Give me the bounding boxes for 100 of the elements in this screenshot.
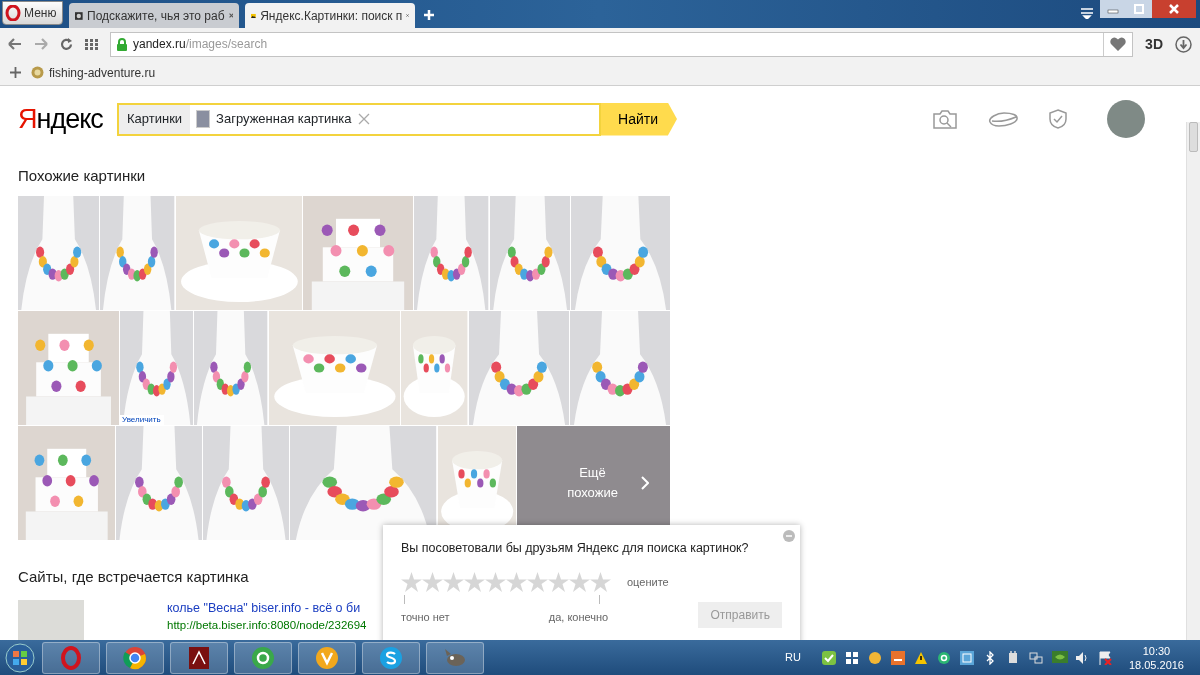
circle-icon[interactable] [936, 650, 953, 665]
windows-icon[interactable] [844, 650, 861, 665]
document-icon [187, 645, 211, 670]
necklace-photo[interactable] [203, 425, 290, 540]
start-button[interactable] [4, 641, 36, 674]
language-indicator[interactable]: RU [785, 649, 801, 666]
necklace-photo[interactable] [194, 310, 268, 425]
taskbar-button[interactable] [42, 641, 100, 674]
check-icon[interactable] [821, 650, 838, 665]
back-icon[interactable] [8, 38, 22, 50]
flag-icon[interactable] [1097, 650, 1114, 665]
search-field[interactable]: Картинки Загруженная картинка [117, 102, 601, 136]
network-icon[interactable] [1028, 650, 1045, 665]
star-icon[interactable] [506, 571, 527, 593]
zoom-link[interactable]: Увеличить [120, 414, 164, 425]
close-icon[interactable] [1152, 0, 1196, 18]
chevron-circle-icon [315, 645, 339, 670]
taskbar-button[interactable] [170, 641, 228, 674]
necklace-photo[interactable] [468, 310, 569, 425]
uploaded-image-label: Загруженная картинка [216, 110, 352, 129]
address-field[interactable]: yandex.ru/images/search [110, 31, 1134, 57]
star-icon[interactable] [443, 571, 464, 593]
necklace-photo[interactable] [18, 195, 100, 310]
necklace-photo[interactable] [569, 310, 670, 425]
menu-icon[interactable] [1080, 7, 1094, 19]
avatar[interactable] [1107, 100, 1145, 138]
cake-photo[interactable] [303, 195, 414, 310]
result-link[interactable]: колье "Весна" biser.info - всё о би [167, 600, 367, 617]
grid-icon[interactable] [85, 38, 98, 50]
scrollbar[interactable] [1186, 122, 1200, 640]
heart-icon[interactable] [1110, 37, 1127, 51]
globe-icon [31, 66, 44, 79]
clear-icon[interactable] [357, 113, 370, 125]
plus-icon[interactable] [10, 67, 21, 78]
wheel-icon [123, 645, 147, 670]
clock-date: 18.05.2016 [1128, 657, 1184, 672]
search-button[interactable]: Найти [601, 102, 677, 136]
3d-label[interactable]: 3D [1145, 33, 1163, 55]
swirl-circle-icon [379, 645, 403, 670]
eye-icon[interactable] [1051, 650, 1068, 665]
square-icon[interactable] [959, 650, 976, 665]
search-scope[interactable]: Картинки [119, 104, 191, 134]
result-url[interactable]: http://beta.biser.info:8080/node/232694 [167, 617, 367, 634]
taskbar-button[interactable] [106, 641, 164, 674]
new-tab-icon[interactable] [423, 9, 436, 21]
taskbar-button[interactable] [234, 641, 292, 674]
square-icon[interactable] [890, 650, 907, 665]
star-icon[interactable] [422, 571, 443, 593]
forward-icon[interactable] [34, 38, 48, 50]
bookmark[interactable]: fishing-adventure.ru [31, 63, 156, 82]
necklace-photo[interactable] [120, 310, 194, 425]
teacup-photo[interactable] [268, 310, 401, 425]
star-icon[interactable] [464, 571, 485, 593]
star-icon[interactable] [527, 571, 548, 593]
logo[interactable]: Яндекс [18, 103, 113, 135]
necklace-photo[interactable] [570, 195, 670, 310]
necklace-photo[interactable] [116, 425, 203, 540]
minimize-icon[interactable] [1100, 0, 1126, 18]
maximize-icon[interactable] [1126, 0, 1152, 18]
rating-hint: оцените [627, 575, 669, 590]
browser-tab[interactable]: Яндекс.Картинки: поиск п [245, 3, 416, 28]
clock-time: 10:30 [1141, 643, 1172, 658]
target-icon [251, 645, 275, 670]
menu-button[interactable]: Меню [2, 1, 64, 25]
ring-icon [59, 645, 83, 670]
star-icon[interactable] [569, 571, 590, 593]
circle-icon[interactable] [867, 650, 884, 665]
necklace-photo[interactable] [290, 425, 437, 540]
necklace-photo[interactable] [100, 195, 175, 310]
section-title: Сайты, где встречается картинка [18, 566, 249, 587]
star-icon[interactable] [590, 571, 611, 593]
star-rating[interactable] [401, 571, 611, 593]
scale-label: да, конечно [548, 610, 609, 623]
necklace-photo[interactable] [414, 195, 489, 310]
teacup-photo[interactable] [175, 195, 303, 310]
star-icon[interactable] [485, 571, 506, 593]
taskbar-button[interactable] [362, 641, 420, 674]
scale-label: точно нет [401, 610, 450, 623]
thumbnail-photo [196, 110, 211, 128]
download-icon[interactable] [1175, 35, 1192, 53]
cake-photo[interactable] [18, 310, 120, 425]
browser-tab[interactable]: Подскажите, чья это раб [69, 3, 240, 28]
star-icon[interactable] [401, 571, 422, 593]
taskbar-button[interactable] [298, 641, 356, 674]
shield-icon[interactable] [1049, 109, 1067, 129]
clock[interactable]: 10:30 18.05.2016 [1128, 643, 1184, 672]
teacup-photo[interactable] [401, 310, 468, 425]
warning-icon[interactable] [913, 650, 930, 665]
chevron-right-icon [640, 475, 649, 490]
taskbar-button[interactable] [426, 641, 484, 674]
url-text: yandex.ru/images/search [133, 36, 268, 53]
lock-icon [117, 37, 127, 51]
cake-photo[interactable] [18, 425, 116, 540]
section-title: Похожие картинки [18, 166, 146, 186]
close-icon[interactable] [228, 11, 234, 20]
camera-search-icon[interactable] [933, 109, 957, 129]
star-icon[interactable] [548, 571, 569, 593]
reload-icon[interactable] [60, 37, 73, 51]
necklace-photo[interactable] [489, 195, 570, 310]
survey-question: Вы посоветовали бы друзьям Яндекс для поиска картинок? [401, 540, 750, 557]
